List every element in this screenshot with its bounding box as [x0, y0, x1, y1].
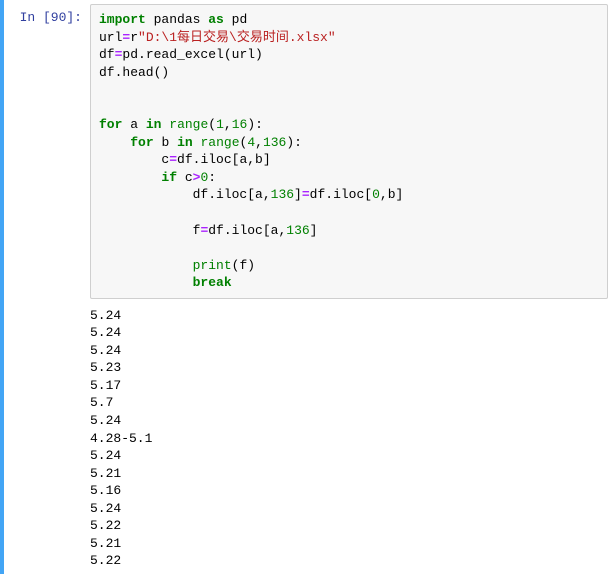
call-df-head: df.head() [99, 65, 169, 80]
string-literal: "D:\1每日交易\交易时间.xlsx" [138, 30, 336, 45]
keyword-in: in [146, 117, 162, 132]
expr-iloc-0b-pre: df.iloc[ [310, 187, 372, 202]
string-prefix: r [130, 30, 138, 45]
comma: , [224, 117, 232, 132]
comma: , [255, 135, 263, 150]
keyword-in: in [177, 135, 193, 150]
builtin-print: print [193, 258, 232, 273]
lparen: ( [208, 117, 216, 132]
module-name: pandas [154, 12, 201, 27]
cell-output: 5.24 5.24 5.24 5.23 5.17 5.7 5.24 4.28-5… [90, 299, 608, 570]
keyword-break: break [193, 275, 232, 290]
keyword-for: for [99, 117, 122, 132]
input-prompt: In [90]: [4, 4, 90, 570]
builtin-range: range [200, 135, 239, 150]
bracket-close: ] [310, 223, 318, 238]
keyword-as: as [208, 12, 224, 27]
op-assign: = [169, 152, 177, 167]
number-0: 0 [372, 187, 380, 202]
notebook-cell: In [90]: import pandas as pd url = r"D:\1每… [0, 0, 614, 574]
keyword-import: import [99, 12, 146, 27]
var-c: c [185, 170, 193, 185]
number-16: 16 [232, 117, 248, 132]
print-args: (f) [232, 258, 255, 273]
var-b: b [161, 135, 169, 150]
number-4: 4 [247, 135, 255, 150]
number-136: 136 [263, 135, 286, 150]
expr-iloc-a136: df.iloc[a, [193, 187, 271, 202]
expr-iloc-a136: df.iloc[a, [208, 223, 286, 238]
expr-iloc-ab: df.iloc[a,b] [177, 152, 271, 167]
keyword-for: for [130, 135, 153, 150]
expr-iloc-0b-post: ,b] [380, 187, 403, 202]
call-read-excel: pd.read_excel(url) [122, 47, 262, 62]
colon: : [294, 135, 302, 150]
rparen: ) [286, 135, 294, 150]
keyword-if: if [161, 170, 177, 185]
colon: : [208, 170, 216, 185]
cell-content: import pandas as pd url = r"D:\1每日交易\交易时间.… [90, 4, 614, 570]
colon: : [255, 117, 263, 132]
number-136: 136 [271, 187, 294, 202]
op-assign: = [302, 187, 310, 202]
bracket-close: ] [294, 187, 302, 202]
var-url: url [99, 30, 122, 45]
var-a: a [130, 117, 138, 132]
var-df: df [99, 47, 115, 62]
number-136: 136 [286, 223, 309, 238]
alias: pd [232, 12, 248, 27]
code-input[interactable]: import pandas as pd url = r"D:\1每日交易\交易时间.… [90, 4, 608, 299]
builtin-range: range [169, 117, 208, 132]
rparen: ) [247, 117, 255, 132]
number-1: 1 [216, 117, 224, 132]
